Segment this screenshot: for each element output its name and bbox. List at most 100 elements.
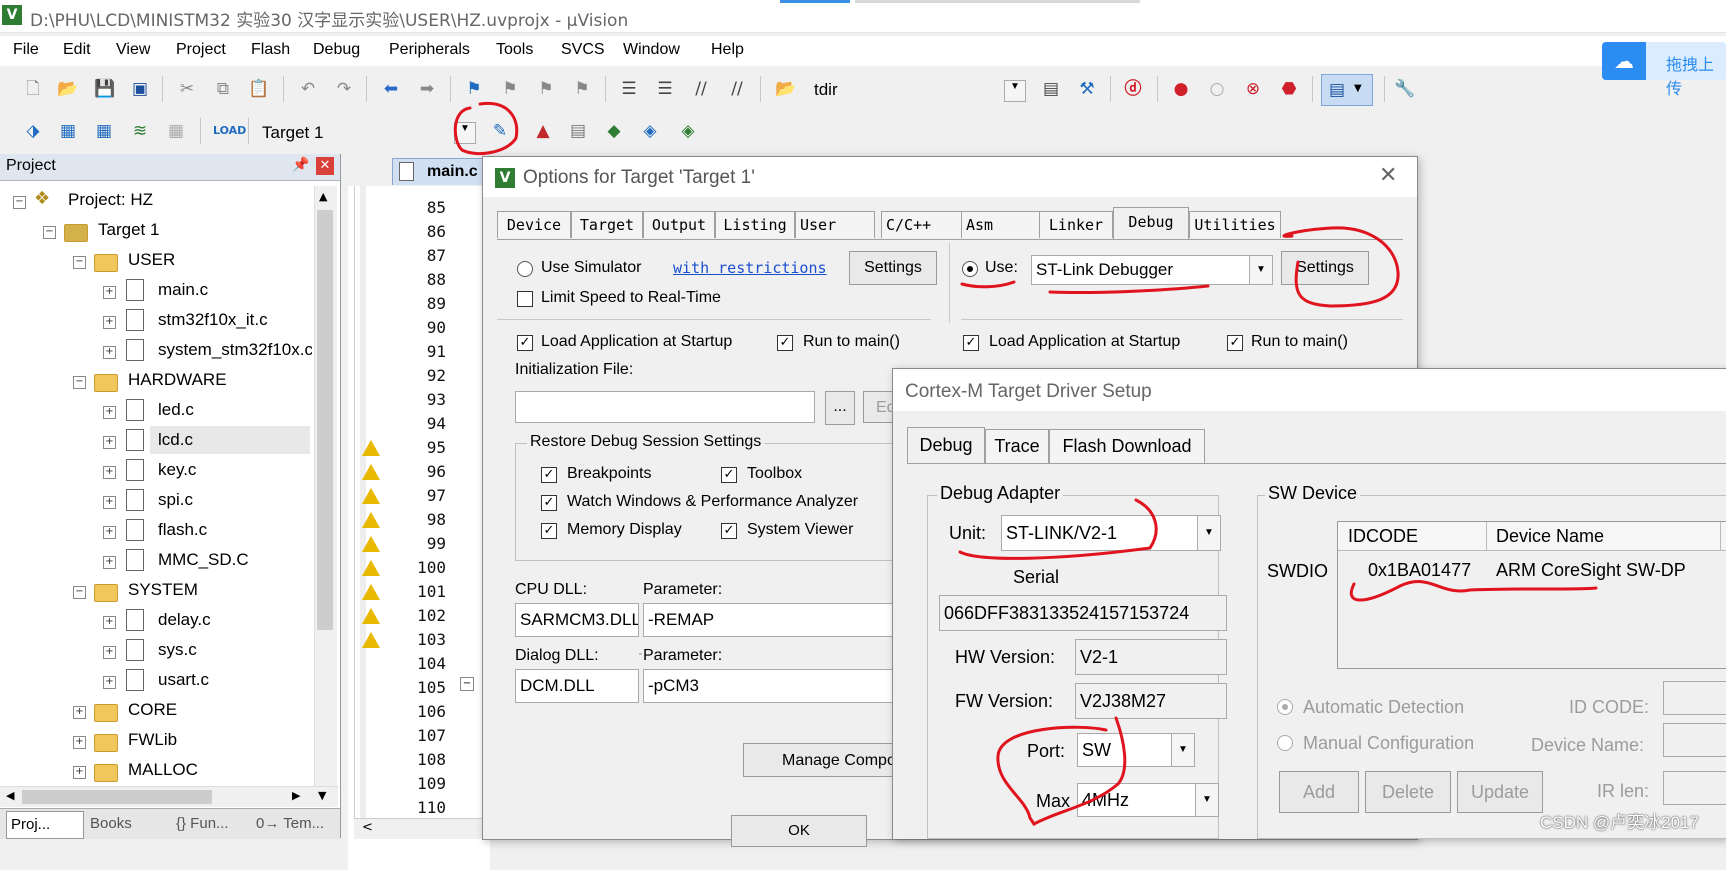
- expand-icon[interactable]: +: [103, 286, 116, 299]
- project-vertical-scrollbar[interactable]: ▲: [314, 186, 337, 786]
- editor-horizontal-scrollbar[interactable]: <: [354, 818, 484, 839]
- manage-run-time-icon[interactable]: ◆: [603, 120, 625, 142]
- tab-listing[interactable]: Listing: [715, 211, 795, 238]
- menu-window[interactable]: Window: [623, 41, 680, 59]
- breakpoint-icon[interactable]: ●: [1170, 78, 1192, 100]
- device-name-input[interactable]: [1663, 723, 1726, 757]
- use-simulator-radio[interactable]: [517, 261, 533, 277]
- load-app-checkbox-left[interactable]: ✓: [517, 335, 533, 351]
- tab-templates[interactable]: 0→ Tem...: [256, 815, 324, 832]
- target-select-dropdown[interactable]: ▼: [454, 122, 476, 144]
- close-icon[interactable]: ✕: [1379, 163, 1397, 188]
- warning-icon[interactable]: [362, 560, 380, 576]
- kill-all-breakpoints-icon[interactable]: ⬣: [1278, 78, 1300, 100]
- debugger-settings-button[interactable]: Settings: [1281, 251, 1369, 285]
- prev-bookmark-icon[interactable]: ⚑: [499, 78, 521, 100]
- expand-icon[interactable]: +: [103, 316, 116, 329]
- select-packs-icon[interactable]: ▤: [567, 120, 589, 142]
- disable-all-breakpoints-icon[interactable]: ⊗: [1242, 78, 1264, 100]
- update-button[interactable]: Update: [1457, 771, 1543, 813]
- init-file-input[interactable]: [515, 391, 815, 423]
- with-restrictions-link[interactable]: with restrictions: [673, 259, 827, 277]
- warning-icon[interactable]: [362, 608, 380, 624]
- batch-build-icon[interactable]: ≋: [129, 120, 151, 142]
- unindent-icon[interactable]: ☰: [654, 78, 676, 100]
- breakpoints-checkbox[interactable]: ✓: [541, 467, 557, 483]
- tree-item-file[interactable]: flash.c: [158, 520, 207, 540]
- collapse-icon[interactable]: −: [73, 256, 86, 269]
- simulator-settings-button[interactable]: Settings: [849, 251, 937, 285]
- cpu-param-input[interactable]: -REMAP: [643, 603, 933, 637]
- scrollbar-thumb[interactable]: [317, 210, 333, 630]
- run-to-main-checkbox-left[interactable]: ✓: [777, 335, 793, 351]
- comment-icon[interactable]: //: [690, 78, 712, 100]
- tree-item-file[interactable]: spi.c: [158, 490, 193, 510]
- tab-books[interactable]: Books: [90, 815, 132, 832]
- tab-cc[interactable]: C/C++: [881, 211, 963, 238]
- warning-icon[interactable]: [362, 488, 380, 504]
- expand-icon[interactable]: +: [73, 736, 86, 749]
- save-icon[interactable]: 💾: [94, 78, 116, 100]
- indent-icon[interactable]: ☰: [618, 78, 640, 100]
- unit-select[interactable]: ST-LINK/V2-1 ▼: [1001, 515, 1221, 551]
- column-device-name[interactable]: Device Name: [1496, 526, 1604, 547]
- tree-item-project[interactable]: Project: HZ: [68, 190, 153, 210]
- configure-icon[interactable]: 🔧: [1394, 78, 1416, 100]
- menu-peripherals[interactable]: Peripherals: [389, 41, 470, 59]
- undo-icon[interactable]: ↶: [297, 78, 319, 100]
- expand-icon[interactable]: +: [103, 556, 116, 569]
- build-icon[interactable]: ▦: [57, 120, 79, 142]
- tab-utilities[interactable]: Utilities: [1189, 211, 1281, 238]
- toolbox-checkbox[interactable]: ✓: [721, 467, 737, 483]
- scroll-right-icon[interactable]: ▶: [292, 789, 300, 802]
- cut-icon[interactable]: ✂: [176, 78, 198, 100]
- scroll-left-icon[interactable]: ◀: [6, 789, 14, 802]
- copy-icon[interactable]: ⧉: [212, 78, 234, 100]
- tree-item-file[interactable]: usart.c: [158, 670, 209, 690]
- scrollbar-thumb[interactable]: [22, 790, 212, 804]
- scroll-up-icon[interactable]: ▲: [319, 190, 327, 203]
- warning-icon[interactable]: [362, 440, 380, 456]
- uncomment-icon[interactable]: //: [726, 78, 748, 100]
- tree-item-folder-fwlib[interactable]: FWLib: [128, 730, 177, 750]
- redo-icon[interactable]: ↷: [333, 78, 355, 100]
- software-packs-icon[interactable]: ◈: [677, 120, 699, 142]
- collapse-icon[interactable]: −: [73, 586, 86, 599]
- tree-item-file[interactable]: stm32f10x_it.c: [158, 310, 268, 330]
- editor-tab-main[interactable]: main.c: [392, 158, 486, 185]
- next-bookmark-icon[interactable]: ⚑: [535, 78, 557, 100]
- paste-icon[interactable]: 📋: [248, 78, 270, 100]
- warning-icon[interactable]: [362, 536, 380, 552]
- open-folder-icon[interactable]: 📂: [57, 78, 79, 100]
- options-for-target-icon[interactable]: ✎: [489, 120, 511, 142]
- expand-icon[interactable]: +: [103, 346, 116, 359]
- expand-icon[interactable]: +: [103, 676, 116, 689]
- menu-flash[interactable]: Flash: [251, 41, 290, 59]
- limit-speed-checkbox[interactable]: [517, 291, 533, 307]
- warning-icon[interactable]: [362, 632, 380, 648]
- tab-flash-download[interactable]: Flash Download: [1049, 429, 1205, 463]
- expand-icon[interactable]: +: [103, 646, 116, 659]
- run-to-main-checkbox-right[interactable]: ✓: [1227, 335, 1243, 351]
- expand-icon[interactable]: +: [73, 766, 86, 779]
- cpu-dll-input[interactable]: SARMCM3.DLL: [515, 603, 639, 637]
- ok-button[interactable]: OK: [731, 815, 867, 847]
- find-in-files-icon[interactable]: 📂: [775, 78, 797, 100]
- tree-item-folder-system[interactable]: SYSTEM: [128, 580, 198, 600]
- bookmark-icon[interactable]: ⚑: [463, 78, 485, 100]
- scroll-down-icon[interactable]: ▼: [318, 789, 326, 802]
- debug-session-icon[interactable]: ⓓ: [1122, 78, 1144, 100]
- tab-project[interactable]: Proj...: [6, 811, 84, 839]
- warning-icon[interactable]: [362, 584, 380, 600]
- menu-edit[interactable]: Edit: [63, 41, 91, 59]
- find-symbol-icon[interactable]: ⚒: [1076, 78, 1098, 100]
- dialog-param-input[interactable]: -pCM3: [643, 669, 933, 703]
- delete-button[interactable]: Delete: [1365, 771, 1451, 813]
- tree-item-file[interactable]: delay.c: [158, 610, 211, 630]
- stop-build-icon[interactable]: ▦: [165, 120, 187, 142]
- tree-item-folder-user[interactable]: USER: [128, 250, 175, 270]
- expand-icon[interactable]: +: [103, 466, 116, 479]
- rebuild-icon[interactable]: ▦: [93, 120, 115, 142]
- manual-config-radio[interactable]: [1277, 735, 1293, 751]
- tree-item-file[interactable]: MMC_SD.C: [158, 550, 249, 570]
